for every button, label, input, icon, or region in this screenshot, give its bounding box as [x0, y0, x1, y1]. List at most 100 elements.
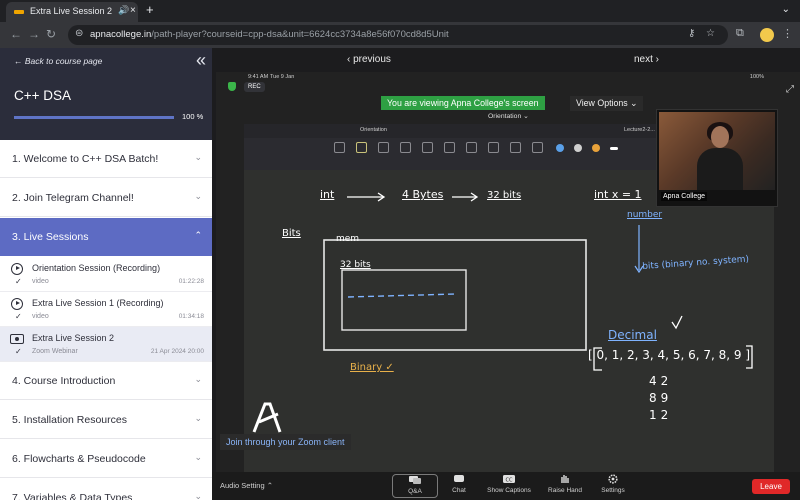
- chevron-down-icon: ⌄: [194, 491, 202, 500]
- link-tool-icon[interactable]: [532, 142, 543, 153]
- lesson-orientation[interactable]: ✓ Orientation Session (Recording) video …: [0, 257, 212, 292]
- scan-tool-icon[interactable]: [334, 142, 345, 153]
- raise-hand-label: Raise Hand: [548, 487, 582, 494]
- leave-button[interactable]: Leave: [752, 479, 790, 494]
- password-key-icon[interactable]: ⚷: [688, 28, 695, 39]
- new-tab-button[interactable]: +: [146, 3, 154, 17]
- lesson-title: Orientation Session (Recording): [32, 263, 161, 273]
- browser-toolbar: ← → ↻ ⊜ apnacollege.in/path-player?cours…: [0, 22, 800, 48]
- whiteboard: int 4 Bytes 32 bits int x = 1 number Bit…: [244, 170, 774, 472]
- captions-label: Show Captions: [487, 487, 531, 494]
- speaker-video-feed: [659, 112, 775, 190]
- progress-fill: [14, 116, 174, 119]
- lesson-extra-2[interactable]: ✓ Extra Live Session 2 Zoom Webinar 21 A…: [0, 327, 212, 362]
- zoom-webinar-player: 9:41 AM Tue 9 Jan 100% REC You are viewi…: [216, 72, 800, 472]
- text-tool-icon[interactable]: [510, 142, 521, 153]
- join-zoom-client-link[interactable]: Join through your Zoom client: [220, 434, 351, 450]
- collapse-sidebar-icon[interactable]: «: [196, 50, 206, 71]
- view-options-button[interactable]: View Options ⌄: [570, 96, 644, 111]
- board-text-bytes: 4 Bytes: [402, 188, 444, 201]
- color-orange-swatch[interactable]: [592, 144, 600, 152]
- section-telegram[interactable]: 2. Join Telegram Channel! ⌄: [0, 179, 212, 217]
- lesson-pager: ‹ previous next ›: [212, 48, 800, 72]
- lesson-duration: 01:34:18: [178, 313, 204, 320]
- section-label: 1. Welcome to C++ DSA Batch!: [12, 153, 159, 165]
- document-title[interactable]: Orientation ⌄: [488, 112, 529, 120]
- browser-tab[interactable]: Extra Live Session 2 🔊 ×: [6, 2, 138, 22]
- board-text-32bits: 32 bits: [487, 190, 522, 201]
- highlighter-tool-icon[interactable]: [400, 142, 411, 153]
- section-label: 3. Live Sessions: [12, 231, 89, 243]
- tab-close-icon[interactable]: ×: [130, 5, 136, 16]
- bookmark-star-icon[interactable]: ☆: [706, 28, 715, 39]
- check-icon: ✓: [15, 312, 22, 321]
- apna-college-logo-icon: [252, 402, 282, 433]
- extensions-icon[interactable]: ⧉: [736, 27, 744, 40]
- board-text-mem: mem: [336, 234, 360, 244]
- pen-tool-icon[interactable]: [356, 142, 367, 153]
- board-text-32bits-box: 32 bits: [340, 260, 371, 270]
- check-icon: ✓: [15, 277, 22, 286]
- svg-text:CC: CC: [506, 477, 513, 483]
- check-icon: ✓: [15, 347, 22, 356]
- chat-button[interactable]: Chat: [436, 474, 482, 498]
- eraser-tool-icon[interactable]: [378, 142, 389, 153]
- board-text-bits: Bits: [282, 228, 301, 239]
- settings-button[interactable]: Settings: [590, 474, 636, 498]
- browser-menu-icon[interactable]: ⋮: [782, 27, 793, 40]
- speaker-video-tile[interactable]: Apna College: [656, 109, 778, 207]
- image-tool-icon[interactable]: [466, 142, 477, 153]
- course-title: C++ DSA: [14, 88, 72, 103]
- lasso-tool-icon[interactable]: [444, 142, 455, 153]
- qa-icon: [409, 476, 421, 484]
- reload-icon[interactable]: ↻: [46, 27, 56, 41]
- url-text: apnacollege.in/path-player?courseid=cpp-…: [90, 29, 449, 40]
- qa-label: Q&A: [408, 488, 422, 495]
- shapes-tool-icon[interactable]: [422, 142, 433, 153]
- section-live-sessions[interactable]: 3. Live Sessions ⌃: [0, 218, 212, 256]
- speaker-icon[interactable]: 🔊: [118, 5, 129, 16]
- section-installation[interactable]: 5. Installation Resources ⌄: [0, 401, 212, 439]
- lesson-extra-1[interactable]: ✓ Extra Live Session 1 (Recording) video…: [0, 292, 212, 327]
- viewing-screen-banner: You are viewing Apna College's screen: [381, 96, 545, 110]
- lesson-content: ‹ previous next › 9:41 AM Tue 9 Jan 100%…: [212, 48, 800, 500]
- tab-title: Extra Live Session 2: [30, 6, 113, 16]
- back-arrow-icon[interactable]: ←: [10, 27, 22, 41]
- settings-label: Settings: [601, 487, 625, 494]
- lesson-type: video: [32, 278, 49, 285]
- back-to-course-link[interactable]: ← Back to course page: [14, 56, 102, 66]
- section-course-intro[interactable]: 4. Course Introduction ⌄: [0, 362, 212, 400]
- section-flowcharts[interactable]: 6. Flowcharts & Pseudocode ⌄: [0, 440, 212, 478]
- section-label: 2. Join Telegram Channel!: [12, 192, 134, 204]
- notes-tab-orientation[interactable]: Orientation: [360, 127, 387, 133]
- color-blue-swatch[interactable]: [556, 144, 564, 152]
- raise-hand-button[interactable]: Raise Hand: [542, 474, 588, 498]
- course-progress-bar: [14, 116, 174, 119]
- forward-arrow-icon[interactable]: →: [28, 27, 40, 41]
- maximize-icon[interactable]: ⤢: [786, 84, 794, 95]
- address-bar[interactable]: ⊜ apnacollege.in/path-player?courseid=cp…: [68, 25, 728, 45]
- speaker-body: [697, 148, 743, 190]
- notes-tab-lecture[interactable]: Lecture2-2...: [624, 127, 655, 133]
- play-video-icon: [11, 298, 23, 310]
- stroke-width-icon[interactable]: [610, 147, 618, 150]
- section-variables[interactable]: 7. Variables & Data Types ⌄: [0, 479, 212, 500]
- camera-tool-icon[interactable]: [488, 142, 499, 153]
- qa-button[interactable]: Q&A: [392, 474, 438, 498]
- color-white-swatch[interactable]: [574, 144, 582, 152]
- lesson-duration: 01:22:28: [178, 278, 204, 285]
- progress-percent: 100 %: [182, 112, 204, 121]
- previous-button[interactable]: ‹ previous: [347, 54, 391, 65]
- tab-search-icon[interactable]: ⌄: [782, 4, 790, 15]
- whiteboard-drawing: [323, 192, 753, 371]
- board-text-12: 12: [649, 408, 673, 422]
- chat-icon: [454, 475, 464, 482]
- lesson-date: 21 Apr 2024 20:00: [150, 348, 204, 355]
- site-settings-icon[interactable]: ⊜: [75, 28, 83, 39]
- captions-button[interactable]: CC Show Captions: [486, 474, 532, 498]
- section-welcome[interactable]: 1. Welcome to C++ DSA Batch! ⌄: [0, 140, 212, 178]
- status-date: Tue 9 Jan: [270, 74, 295, 80]
- audio-setting-button[interactable]: Audio Setting ⌃: [220, 481, 273, 490]
- next-button[interactable]: next ›: [634, 54, 659, 65]
- profile-avatar[interactable]: [760, 28, 774, 42]
